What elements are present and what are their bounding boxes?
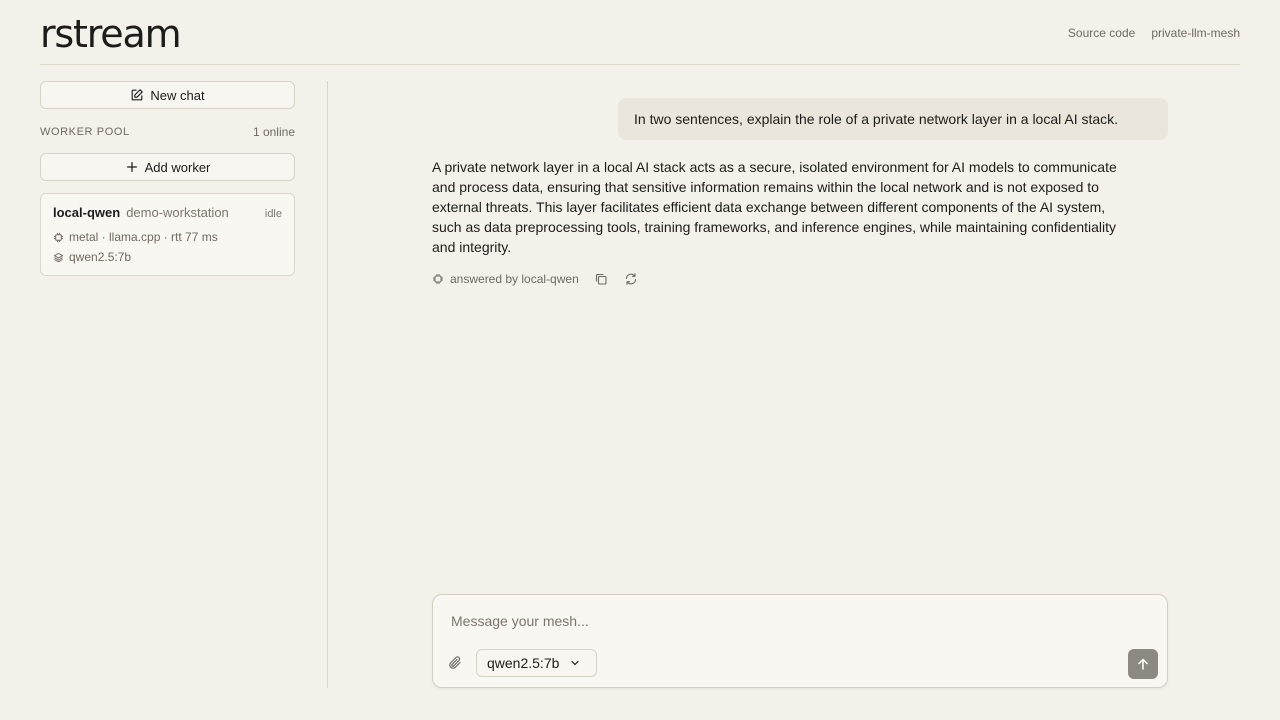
copy-icon [595, 273, 607, 285]
user-message-text: In two sentences, explain the role of a … [634, 111, 1119, 127]
worker-runtime-text: metal · llama.cpp · rtt 77 ms [69, 230, 218, 244]
arrow-up-icon [1138, 658, 1148, 670]
worker-pool-title: WORKER POOL [40, 126, 130, 138]
new-chat-button[interactable]: New chat [40, 81, 295, 109]
copy-button[interactable] [593, 271, 609, 287]
rstream-logo[interactable]: rstream [40, 12, 182, 56]
composer: qwen2.5:7b [432, 594, 1168, 688]
user-message: In two sentences, explain the role of a … [618, 98, 1168, 140]
sidebar-divider [327, 81, 328, 688]
source-code-link[interactable]: Source code [1068, 26, 1135, 40]
paperclip-icon [449, 656, 461, 669]
chip-icon [433, 274, 443, 284]
pencil-square-icon [132, 89, 144, 101]
worker-name: local-qwen [53, 205, 121, 220]
worker-status: idle [264, 208, 282, 220]
header-links: Source code private-llm-mesh [1068, 26, 1240, 40]
worker-model-text: qwen2.5:7b [69, 250, 132, 264]
add-worker-label: Add worker [144, 159, 211, 175]
assistant-message: A private network layer in a local AI st… [432, 159, 1117, 255]
regenerate-button[interactable] [623, 271, 639, 287]
worker-runtime: metal · llama.cpp · rtt 77 ms [53, 229, 282, 245]
add-worker-button[interactable]: Add worker [40, 153, 295, 181]
attach-button[interactable] [447, 655, 463, 671]
plus-icon [126, 162, 137, 172]
message-meta: answered by local-qwen [432, 270, 639, 288]
chip-icon [53, 232, 64, 242]
worker-model: qwen2.5:7b [53, 249, 282, 265]
model-select-value: qwen2.5:7b [487, 655, 560, 671]
layers-icon [53, 252, 64, 262]
sidebar: New chat WORKER POOL 1 online Add worker… [40, 81, 295, 276]
new-chat-label: New chat [150, 87, 205, 103]
worker-host: demo-workstation [126, 205, 229, 220]
worker-pool-count: 1 online [252, 125, 295, 139]
answered-by-label: answered by local-qwen [450, 272, 579, 286]
worker-card[interactable]: local-qwen demo-workstation idle metal ·… [40, 193, 295, 276]
refresh-icon [625, 273, 636, 285]
model-select[interactable]: qwen2.5:7b [476, 649, 597, 677]
worker-pool-header: WORKER POOL 1 online [40, 125, 295, 139]
worker-card-header: local-qwen demo-workstation idle [53, 205, 282, 225]
send-button[interactable] [1128, 649, 1158, 679]
top-header: rstream Source code private-llm-mesh [40, 0, 1240, 65]
chevron-down-icon [571, 660, 580, 666]
repo-link[interactable]: private-llm-mesh [1151, 26, 1240, 40]
app: rstream Source code private-llm-mesh New… [0, 0, 1280, 720]
message-input[interactable] [451, 609, 1141, 633]
